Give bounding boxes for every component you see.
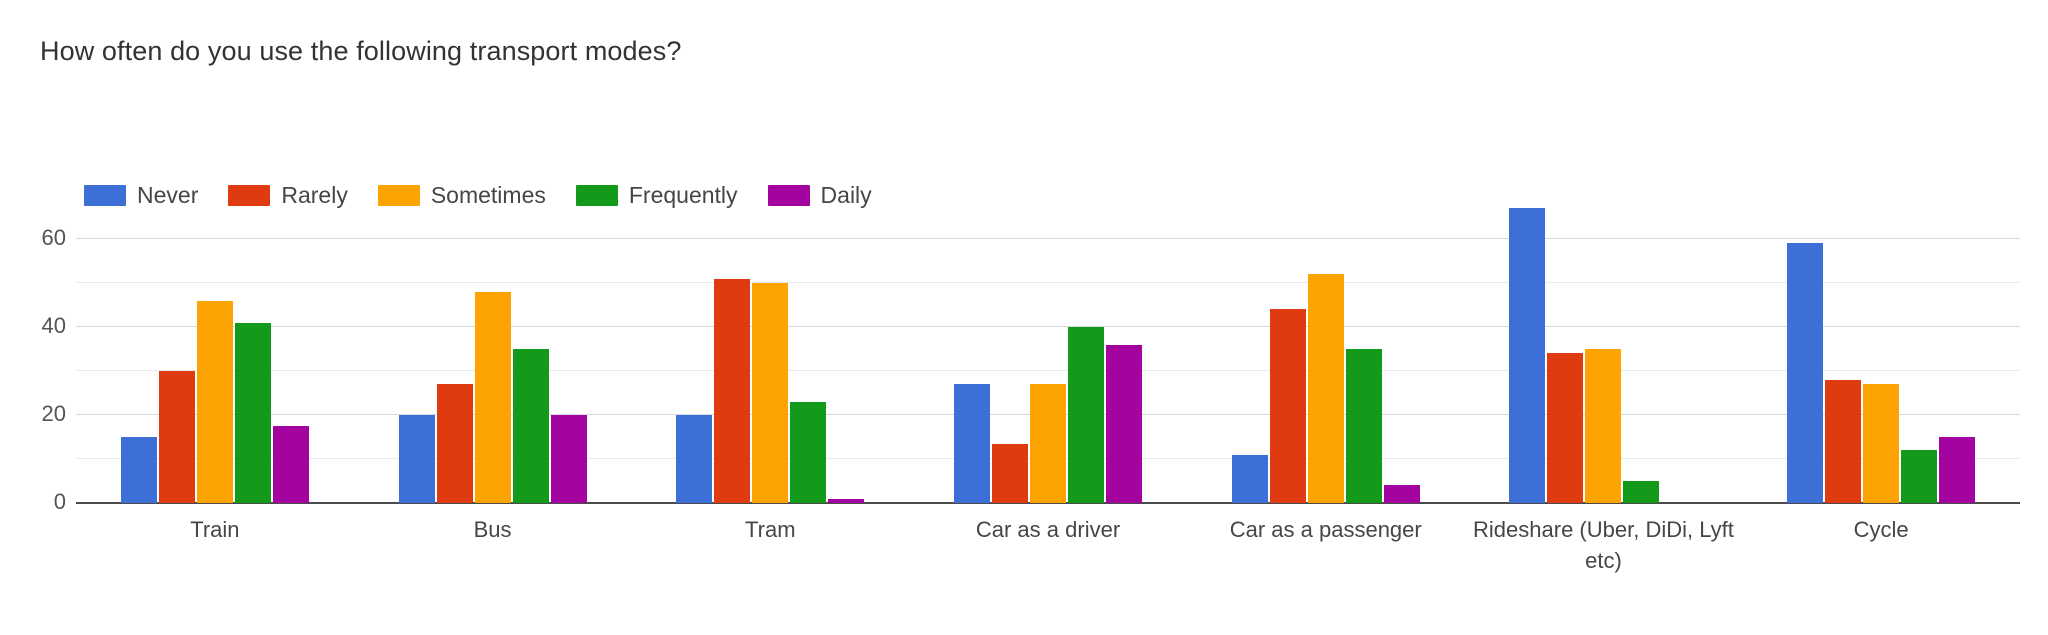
bar-daily[interactable] — [1939, 437, 1976, 503]
x-axis-category-label: Cycle — [1853, 517, 1909, 542]
bar-rarely[interactable] — [1825, 379, 1862, 503]
bar-sometimes[interactable] — [1585, 349, 1622, 503]
x-axis-category-label: Train — [190, 517, 240, 542]
bar-frequently[interactable] — [512, 349, 549, 503]
bar-group — [1465, 150, 1743, 503]
bar-frequently[interactable] — [1068, 327, 1105, 503]
bar-group — [76, 150, 354, 503]
bar-frequently[interactable] — [1623, 481, 1660, 503]
bar-chart-card: How often do you use the following trans… — [0, 0, 2048, 635]
bar-rarely[interactable] — [436, 384, 473, 503]
bar-sometimes[interactable] — [1030, 384, 1067, 503]
bar-daily[interactable] — [550, 415, 587, 503]
bar-rarely[interactable] — [992, 443, 1029, 503]
chart-title: How often do you use the following trans… — [40, 36, 682, 66]
bar-never[interactable] — [1509, 208, 1546, 503]
x-axis-labels: Train Bus Tram Car as a driver Car as a pass… — [76, 514, 2020, 576]
bar-sometimes[interactable] — [474, 291, 511, 503]
y-axis-tick-label: 0 — [53, 489, 66, 514]
y-axis-tick-label: 60 — [41, 225, 66, 250]
bar-never[interactable] — [954, 384, 991, 503]
bar-rarely[interactable] — [1547, 353, 1584, 503]
x-axis-category-label: Tram — [745, 517, 796, 542]
bar-daily[interactable] — [828, 498, 865, 503]
y-axis-tick-label: 40 — [41, 313, 66, 338]
bar-never[interactable] — [1787, 243, 1824, 503]
bar-rarely[interactable] — [1269, 309, 1306, 503]
bar-groups — [76, 150, 2020, 503]
bar-group — [354, 150, 632, 503]
x-axis-category-label: Rideshare (Uber, DiDi, Lyft etc) — [1473, 517, 1734, 573]
bar-rarely[interactable] — [158, 371, 195, 503]
bar-frequently[interactable] — [1345, 349, 1382, 503]
bar-never[interactable] — [676, 415, 713, 503]
y-axis-tick-label: 20 — [41, 401, 66, 426]
x-axis-category-label: Car as a driver — [975, 517, 1121, 542]
bar-never[interactable] — [398, 415, 435, 503]
bar-daily[interactable] — [272, 426, 309, 503]
x-axis-category-label: Bus — [473, 517, 512, 542]
bar-group — [1742, 150, 2020, 503]
bar-group — [631, 150, 909, 503]
bar-sometimes[interactable] — [752, 283, 789, 503]
bar-never[interactable] — [1231, 454, 1268, 503]
y-axis: 0 20 40 60 — [0, 225, 66, 514]
bar-daily[interactable] — [1383, 485, 1420, 503]
bar-daily[interactable] — [1106, 344, 1143, 503]
bar-frequently[interactable] — [234, 322, 271, 503]
bar-never[interactable] — [120, 437, 157, 503]
bar-frequently[interactable] — [790, 401, 827, 503]
bar-sometimes[interactable] — [1307, 274, 1344, 503]
bar-group — [909, 150, 1187, 503]
bar-sometimes[interactable] — [196, 300, 233, 503]
bar-frequently[interactable] — [1901, 450, 1938, 503]
bar-rarely[interactable] — [714, 278, 751, 503]
x-axis-category-label: Car as a passenger — [1229, 517, 1422, 542]
bar-sometimes[interactable] — [1863, 384, 1900, 503]
bar-group — [1187, 150, 1465, 503]
